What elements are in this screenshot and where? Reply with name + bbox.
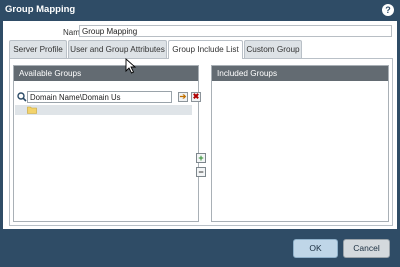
included-groups-panel: Included Groups (211, 65, 389, 222)
folder-icon (27, 106, 37, 114)
plus-icon[interactable]: + (196, 153, 206, 163)
tab-content: Available Groups ➔ ✖ Included Groups (9, 58, 393, 226)
tab-user-and-group-attributes[interactable]: User and Group Attributes (68, 40, 167, 58)
help-icon[interactable]: ? (382, 4, 394, 16)
close-icon[interactable]: ✖ (191, 92, 201, 102)
dialog-body: Name Server Profile User and Group Attri… (3, 21, 397, 229)
cancel-button[interactable]: Cancel (343, 239, 390, 258)
search-input[interactable] (27, 91, 172, 103)
available-groups-panel: Available Groups ➔ ✖ (13, 65, 201, 222)
ok-button[interactable]: OK (293, 239, 338, 258)
search-icon (17, 92, 27, 102)
dialog-footer (0, 229, 400, 267)
included-groups-header: Included Groups (212, 66, 388, 81)
available-groups-header: Available Groups (14, 66, 198, 81)
tab-custom-group[interactable]: Custom Group (244, 40, 302, 58)
group-mapping-dialog: Group Mapping ? Name Server Profile User… (0, 0, 400, 267)
window-title: Group Mapping (5, 4, 76, 15)
title-bar: Group Mapping ? (0, 0, 400, 21)
mouse-cursor-icon (125, 58, 137, 74)
tab-server-profile[interactable]: Server Profile (9, 40, 67, 58)
minus-icon[interactable]: − (196, 167, 206, 177)
tab-group-include-list[interactable]: Group Include List (168, 40, 243, 59)
arrow-right-icon[interactable]: ➔ (178, 92, 188, 102)
tree-item[interactable] (15, 105, 192, 115)
name-field[interactable] (79, 25, 392, 37)
